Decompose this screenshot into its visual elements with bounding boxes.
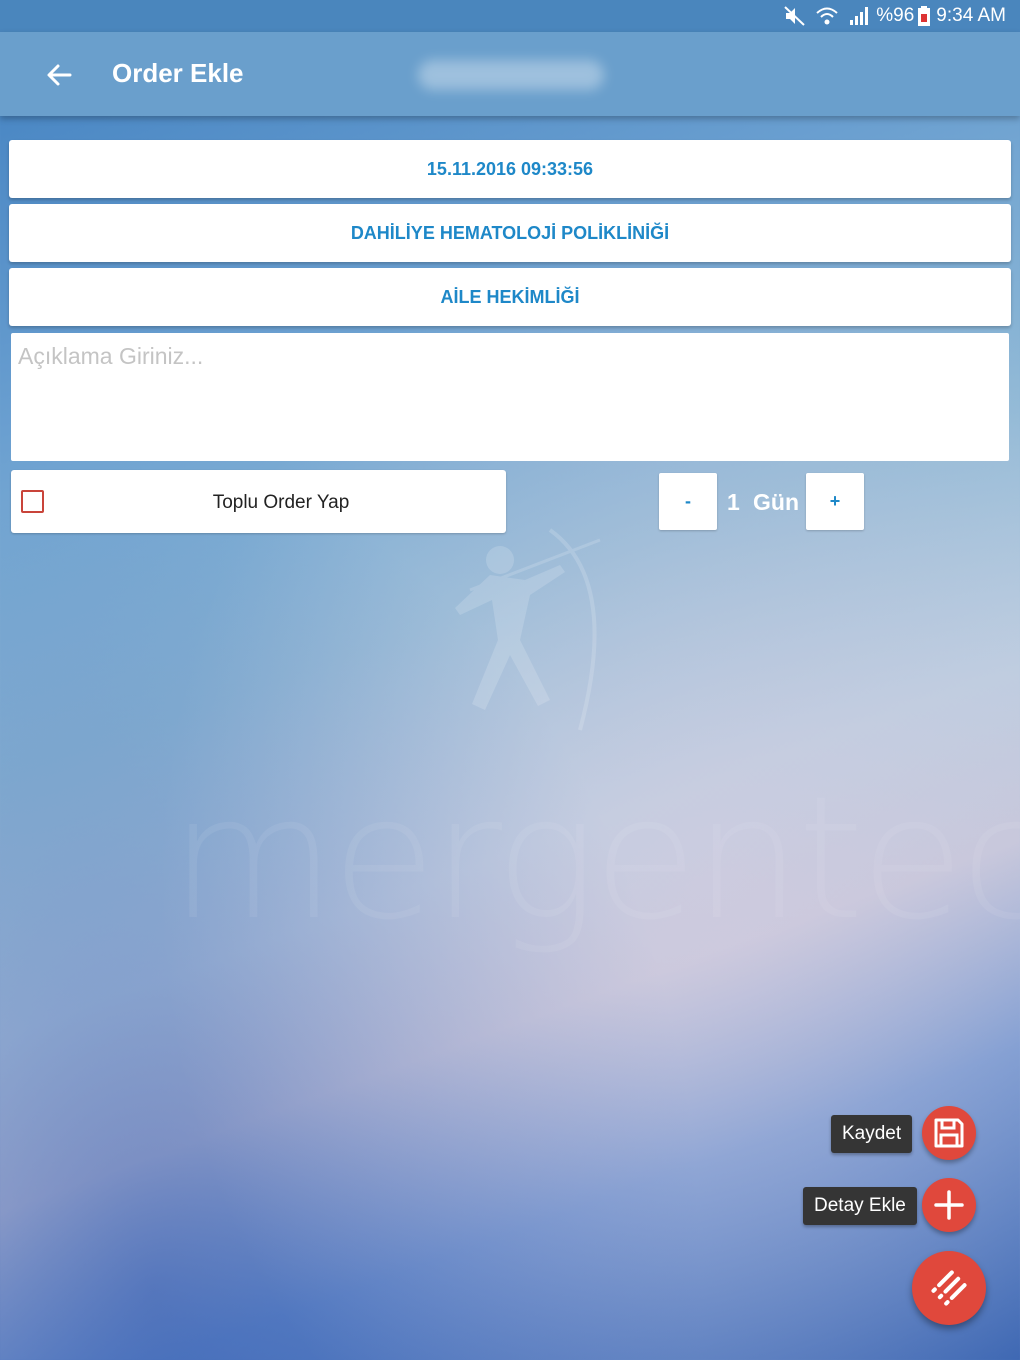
datetime-label: 15.11.2016 09:33:56 bbox=[426, 158, 594, 179]
brand-watermark: mergentech bbox=[170, 760, 1020, 958]
main-fab-button[interactable] bbox=[912, 1251, 986, 1325]
department-label: AİLE HEKİMLİĞİ bbox=[440, 286, 580, 307]
decrement-label: - bbox=[685, 491, 691, 511]
bulk-order-card[interactable]: Toplu Order Yap bbox=[11, 470, 506, 533]
department-selector[interactable]: AİLE HEKİMLİĞİ bbox=[9, 268, 1011, 326]
increment-label: + bbox=[829, 491, 841, 511]
archer-logo-watermark bbox=[455, 528, 601, 731]
clinic-label: DAHİLİYE HEMATOLOJİ POLİKLİNİĞİ bbox=[350, 222, 670, 243]
menu-list-icon bbox=[931, 1270, 967, 1306]
increment-days-button[interactable]: + bbox=[806, 473, 864, 530]
status-bar: %96 9:34 AM bbox=[0, 0, 1020, 32]
back-button[interactable] bbox=[40, 56, 78, 94]
page-title: Order Ekle bbox=[112, 58, 244, 88]
note-input[interactable] bbox=[11, 333, 1009, 461]
arrow-left-icon bbox=[47, 64, 72, 86]
day-count: 1 bbox=[727, 489, 740, 515]
floppy-disk-icon bbox=[934, 1118, 964, 1148]
add-detail-fab-button[interactable] bbox=[922, 1178, 976, 1232]
save-fab-label[interactable]: Kaydet bbox=[831, 1115, 913, 1153]
battery-icon bbox=[918, 6, 931, 26]
datetime-button[interactable]: 15.11.2016 09:33:56 bbox=[9, 140, 1011, 198]
battery-percent: %96 bbox=[876, 5, 915, 26]
plus-icon bbox=[934, 1190, 964, 1220]
app-bar: Order Ekle bbox=[0, 32, 1020, 116]
blurred-patient-name bbox=[418, 60, 604, 90]
signal-icon bbox=[848, 6, 870, 26]
day-unit: Gün bbox=[753, 489, 799, 515]
wifi-icon bbox=[816, 6, 838, 26]
clock: 9:34 AM bbox=[936, 5, 1006, 26]
save-fab-button[interactable] bbox=[922, 1106, 976, 1160]
mute-icon bbox=[784, 6, 806, 26]
add-detail-fab-label[interactable]: Detay Ekle bbox=[803, 1187, 917, 1225]
decrement-days-button[interactable]: - bbox=[659, 473, 717, 530]
bulk-order-label: Toplu Order Yap bbox=[212, 492, 350, 513]
clinic-selector[interactable]: DAHİLİYE HEMATOLOJİ POLİKLİNİĞİ bbox=[9, 204, 1011, 262]
